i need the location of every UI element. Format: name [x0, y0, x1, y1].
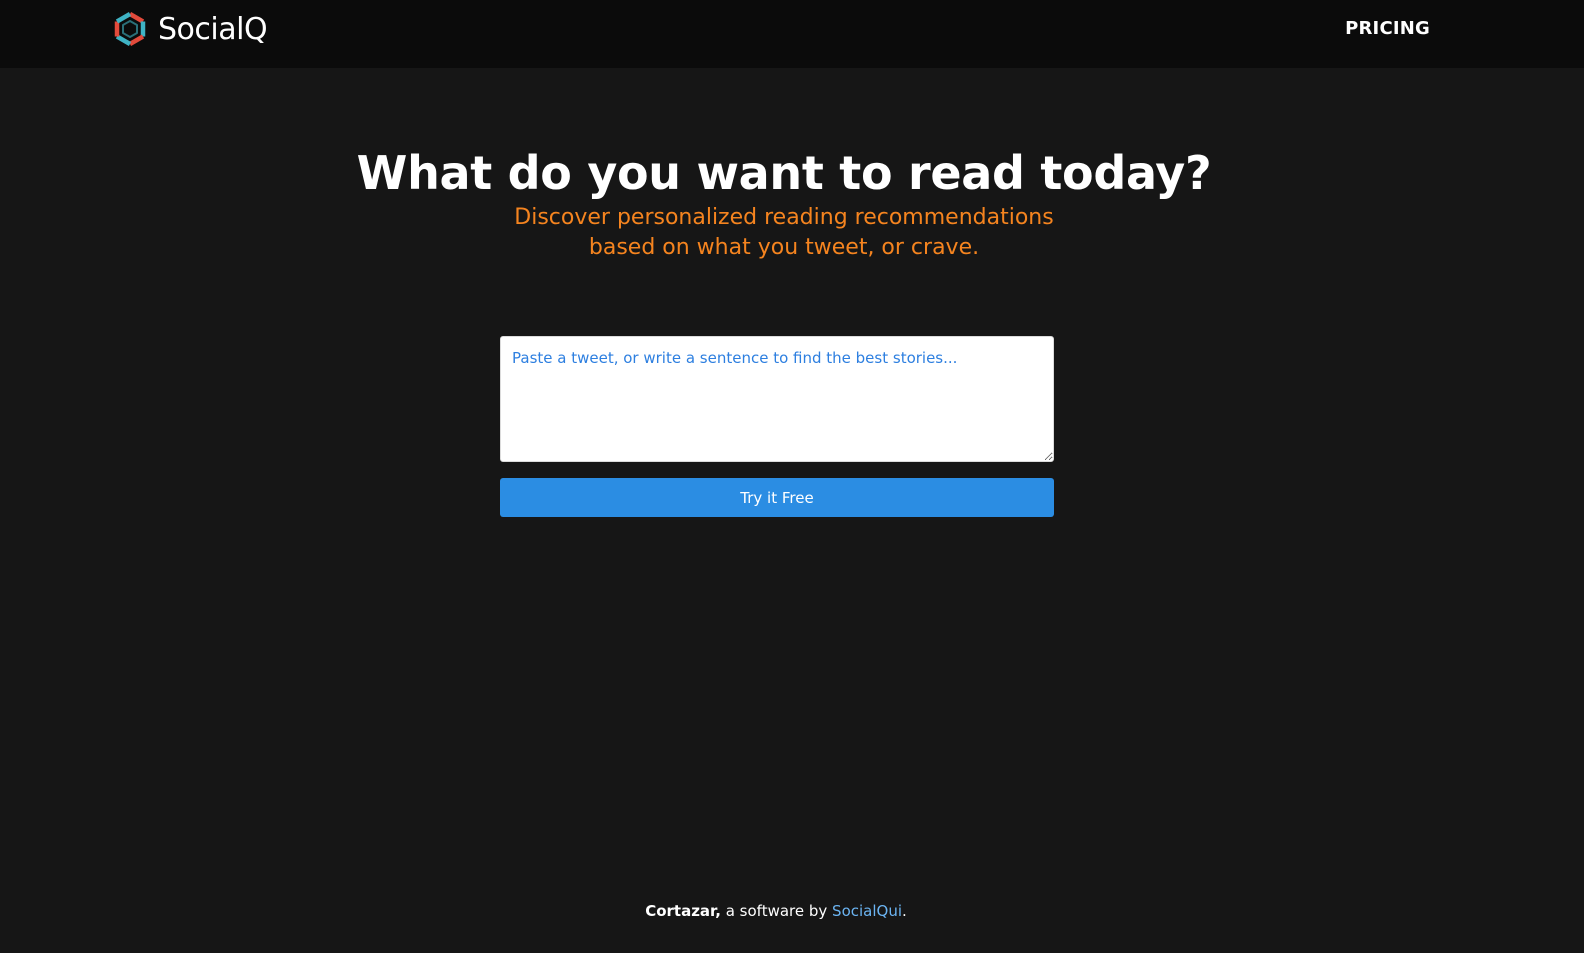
try-it-free-button[interactable]: Try it Free: [500, 478, 1054, 517]
tweet-query-input[interactable]: [500, 336, 1054, 462]
top-navbar: SocialQ PRICING: [0, 0, 1584, 68]
page-title: What do you want to read today?: [356, 146, 1212, 200]
page-subtitle: Discover personalized reading recommenda…: [0, 203, 1568, 263]
footer-company-link[interactable]: SocialQui: [832, 902, 902, 920]
subtitle-line-2: based on what you tweet, or crave.: [588, 235, 980, 260]
brand-home-link[interactable]: SocialQ: [112, 10, 268, 48]
page-footer: Cortazar, a software by SocialQui.: [0, 902, 1552, 920]
footer-product-name: Cortazar,: [645, 902, 721, 920]
subtitle-line-1: Discover personalized reading recommenda…: [514, 205, 1054, 230]
nav-pricing-link[interactable]: PRICING: [1345, 18, 1430, 39]
footer-text: a software by: [720, 902, 833, 920]
brand-name: SocialQ: [158, 11, 268, 47]
hexagon-swirl-logo-icon: [112, 11, 148, 47]
footer-period: .: [902, 902, 907, 920]
